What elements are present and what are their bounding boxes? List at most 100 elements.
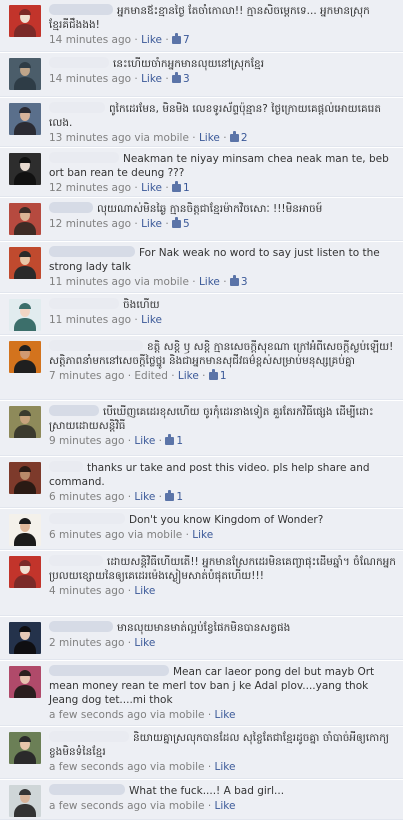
avatar[interactable] bbox=[9, 247, 41, 279]
comment-body: មានលុយមានមាត់ល្អប់ខ្វែផៃកមិនបានសត្វផង 2 m… bbox=[49, 621, 397, 650]
avatar[interactable] bbox=[9, 299, 41, 331]
avatar[interactable] bbox=[9, 785, 41, 817]
edited-label: Edited bbox=[134, 370, 168, 382]
like-count-number: 5 bbox=[183, 218, 190, 230]
comment-item: ដោយសន្ដិវិធីហើយតើ!! អ្នកមានស្រែកដេរមិនគេ… bbox=[0, 551, 403, 616]
like-link[interactable]: Like bbox=[199, 276, 220, 288]
like-link[interactable]: Like bbox=[199, 132, 220, 144]
author-name-redacted[interactable] bbox=[49, 621, 113, 632]
author-name-redacted[interactable] bbox=[49, 340, 143, 351]
comment-head: What the fuck....! A bad girl... bbox=[49, 784, 397, 798]
comment-item: Don't you know Kingdom of Wonder? 6 minut… bbox=[0, 509, 403, 550]
avatar[interactable] bbox=[9, 203, 41, 235]
like-link[interactable]: Like bbox=[134, 491, 155, 503]
avatar[interactable] bbox=[9, 462, 41, 494]
author-name-redacted[interactable] bbox=[49, 405, 99, 416]
author-name-redacted[interactable] bbox=[49, 246, 135, 257]
comment-text: What the fuck....! A bad girl... bbox=[129, 785, 285, 797]
like-count[interactable]: 1 bbox=[165, 490, 183, 503]
like-count[interactable]: 5 bbox=[172, 217, 190, 230]
like-link[interactable]: Like bbox=[141, 73, 162, 85]
avatar-body-shape bbox=[14, 172, 36, 185]
avatar-hair-shape bbox=[19, 303, 31, 309]
via-mobile-label: via mobile bbox=[134, 132, 189, 144]
avatar[interactable] bbox=[9, 341, 41, 373]
like-count[interactable]: 3 bbox=[172, 72, 190, 85]
avatar-body-shape bbox=[14, 481, 36, 494]
avatar-hair-shape bbox=[19, 107, 31, 113]
avatar[interactable] bbox=[9, 514, 41, 546]
avatar[interactable] bbox=[9, 103, 41, 135]
avatar-body-shape bbox=[14, 425, 36, 438]
timestamp: 12 minutes ago bbox=[49, 182, 132, 194]
author-name-redacted[interactable] bbox=[49, 784, 125, 795]
like-link[interactable]: Like bbox=[141, 218, 162, 230]
comment-item: និយាយគ្នាស្រលុកបានដែល សុខ្ចៃតែជាខ្មែរដូច… bbox=[0, 727, 403, 779]
comment-body: For Nak weak no word to say just listen … bbox=[49, 246, 397, 289]
thumbs-up-icon bbox=[172, 72, 182, 83]
author-name-redacted[interactable] bbox=[49, 57, 109, 68]
timestamp: a few seconds ago bbox=[49, 761, 147, 773]
like-count[interactable]: 1 bbox=[172, 181, 190, 194]
avatar-hair-shape bbox=[19, 345, 31, 351]
author-name-redacted[interactable] bbox=[49, 298, 119, 309]
comment-item: នេះហើយចាំកអ្នកមានលុយនៅស្រុកខ្មែរ 14 minut… bbox=[0, 53, 403, 97]
like-count-number: 1 bbox=[176, 435, 184, 447]
comment-text: លុយណាស់មិនឆ្ងៃ ក្មានចិត្ដជាខ្មែរម៉ាកវិចស… bbox=[97, 203, 323, 215]
like-count[interactable]: 7 bbox=[172, 33, 190, 46]
comment-item: ចិងហើយ 11 minutes ago · Like bbox=[0, 294, 403, 335]
author-name-redacted[interactable] bbox=[49, 152, 119, 163]
avatar[interactable] bbox=[9, 732, 41, 764]
like-link[interactable]: Like bbox=[134, 637, 155, 649]
like-count[interactable]: 1 bbox=[208, 369, 227, 382]
like-link[interactable]: Like bbox=[141, 314, 162, 326]
avatar-hair-shape bbox=[19, 410, 31, 416]
avatar[interactable] bbox=[9, 406, 41, 438]
like-count-number: 1 bbox=[219, 370, 227, 382]
timestamp: 6 minutes ago bbox=[49, 529, 125, 541]
avatar[interactable] bbox=[9, 5, 41, 37]
avatar-hair-shape bbox=[19, 518, 31, 524]
like-link[interactable]: Like bbox=[141, 182, 162, 194]
avatar[interactable] bbox=[9, 622, 41, 654]
like-count[interactable]: 2 bbox=[229, 131, 248, 144]
like-count-number: 3 bbox=[183, 73, 190, 85]
like-link[interactable]: Like bbox=[215, 761, 236, 773]
comment-meta: 11 minutes ago · Like bbox=[49, 314, 163, 326]
comment-meta: a few seconds ago via mobile · Like bbox=[49, 709, 236, 721]
avatar-hair-shape bbox=[19, 251, 31, 257]
avatar-hair-shape bbox=[19, 736, 31, 742]
like-link[interactable]: Like bbox=[215, 709, 236, 721]
author-name-redacted[interactable] bbox=[49, 513, 125, 524]
comment-head: Don't you know Kingdom of Wonder? bbox=[49, 513, 397, 527]
like-link[interactable]: Like bbox=[178, 370, 199, 382]
thumbs-up-icon bbox=[229, 275, 239, 286]
author-name-redacted[interactable] bbox=[49, 665, 169, 676]
avatar[interactable] bbox=[9, 556, 41, 588]
avatar[interactable] bbox=[9, 58, 41, 90]
author-name-redacted[interactable] bbox=[49, 461, 83, 472]
avatar-body-shape bbox=[14, 24, 36, 37]
timestamp: 14 minutes ago bbox=[49, 73, 132, 85]
author-name-redacted[interactable] bbox=[49, 555, 103, 566]
like-link[interactable]: Like bbox=[141, 34, 162, 46]
like-count[interactable]: 3 bbox=[229, 275, 248, 288]
via-mobile-label: via mobile bbox=[149, 800, 205, 812]
author-name-redacted[interactable] bbox=[49, 731, 129, 742]
avatar[interactable] bbox=[9, 153, 41, 185]
via-mobile-label: via mobile bbox=[127, 529, 183, 541]
avatar-body-shape bbox=[14, 685, 36, 698]
comment-text: មានលុយមានមាត់ល្អប់ខ្វែផៃកមិនបានសត្វផង bbox=[117, 622, 291, 634]
avatar-body-shape bbox=[14, 122, 36, 135]
like-count[interactable]: 1 bbox=[165, 434, 184, 447]
like-link[interactable]: Like bbox=[134, 435, 155, 447]
author-name-redacted[interactable] bbox=[49, 4, 113, 15]
author-name-redacted[interactable] bbox=[49, 102, 105, 113]
like-link[interactable]: Like bbox=[134, 585, 155, 597]
avatar[interactable] bbox=[9, 666, 41, 698]
like-link[interactable]: Like bbox=[192, 529, 213, 541]
comment-head: ខត្ដិ សខ្ដិ ឫ សខ្ដិ ក្មានសេចក្ដីសុខណា ក្… bbox=[49, 340, 397, 368]
like-link[interactable]: Like bbox=[215, 800, 236, 812]
author-name-redacted[interactable] bbox=[49, 202, 93, 213]
comment-head: មានលុយមានមាត់ល្អប់ខ្វែផៃកមិនបានសត្វផង bbox=[49, 621, 397, 635]
